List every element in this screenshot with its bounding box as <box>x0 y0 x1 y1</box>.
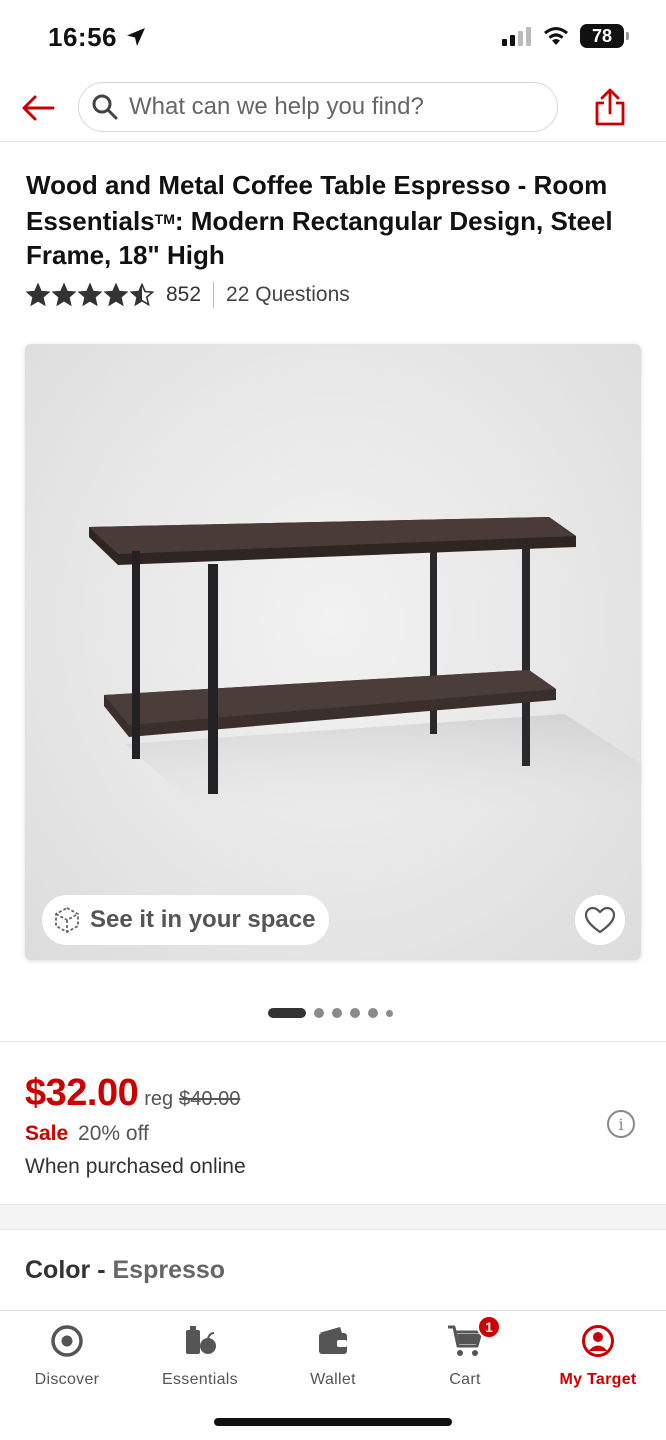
product-image <box>89 517 641 814</box>
color-label: Color <box>25 1256 91 1284</box>
product-image-carousel[interactable]: See it in your space <box>25 344 641 960</box>
target-icon <box>49 1323 85 1359</box>
cellular-signal-icon <box>502 27 531 46</box>
carousel-dot[interactable] <box>332 1008 342 1018</box>
search-bar[interactable] <box>78 82 558 132</box>
rating-stars <box>26 283 154 307</box>
product-title: Wood and Metal Coffee Table Espresso - R… <box>26 170 613 270</box>
info-icon: i <box>618 1114 624 1134</box>
sale-label: Sale <box>25 1122 69 1145</box>
header <box>0 76 666 142</box>
wifi-icon <box>544 27 568 45</box>
color-variant-row[interactable]: Color - Espresso <box>25 1256 225 1285</box>
price-info-button[interactable]: i <box>607 1110 635 1138</box>
heart-icon <box>584 906 616 934</box>
tab-discover[interactable]: Discover <box>7 1323 127 1389</box>
tab-wallet[interactable]: Wallet <box>273 1323 393 1389</box>
carousel-dot[interactable] <box>368 1008 378 1018</box>
regular-price: $40.00 <box>179 1088 241 1110</box>
carousel-dot[interactable] <box>350 1008 360 1018</box>
status-time: 16:56 <box>48 22 117 52</box>
divider <box>0 1041 666 1042</box>
account-icon <box>580 1323 616 1359</box>
rating-row[interactable]: 852 22 Questions <box>26 281 350 309</box>
tab-cart[interactable]: 1 Cart <box>405 1315 525 1389</box>
carousel-dot[interactable] <box>314 1008 324 1018</box>
see-in-your-space-button[interactable]: See it in your space <box>42 895 330 945</box>
carousel-dot[interactable] <box>268 1008 306 1018</box>
star-icon <box>130 283 154 307</box>
search-icon <box>92 94 118 120</box>
price-row: $32.00 reg $40.00 <box>25 1072 240 1115</box>
reg-label: reg <box>144 1088 174 1110</box>
tab-essentials[interactable]: Essentials <box>140 1323 260 1389</box>
status-bar: 16:56 78 <box>0 0 666 76</box>
purchase-note: When purchased online <box>25 1155 246 1178</box>
trademark-symbol: TM <box>154 211 175 227</box>
home-indicator <box>214 1418 452 1426</box>
star-icon <box>78 283 102 307</box>
back-arrow-icon <box>22 95 55 121</box>
color-value: Espresso <box>112 1256 226 1284</box>
star-icon <box>52 283 76 307</box>
location-arrow-icon <box>127 28 145 46</box>
ar-cube-icon <box>55 906 79 934</box>
see-in-your-space-label: See it in your space <box>90 906 316 933</box>
star-icon <box>104 283 128 307</box>
share-icon <box>595 88 625 126</box>
share-button[interactable] <box>588 84 632 130</box>
current-price: $32.00 <box>25 1072 139 1114</box>
carousel-indicator <box>268 1008 393 1018</box>
questions-link[interactable]: 22 Questions <box>226 283 350 307</box>
section-separator <box>0 1204 666 1230</box>
carousel-dot[interactable] <box>386 1009 393 1017</box>
cart-icon: 1 <box>447 1315 501 1359</box>
search-input[interactable] <box>129 93 529 121</box>
battery-indicator: 78 <box>580 24 629 48</box>
grocery-icon <box>182 1323 218 1359</box>
tab-my-target[interactable]: My Target <box>538 1323 658 1389</box>
star-icon <box>26 283 50 307</box>
sale-row: Sale 20% off <box>25 1122 149 1146</box>
back-button[interactable] <box>18 88 58 128</box>
cart-badge: 1 <box>477 1315 501 1339</box>
rating-divider <box>213 282 215 308</box>
rating-count[interactable]: 852 <box>166 283 201 307</box>
sale-discount: 20% off <box>78 1122 149 1145</box>
favorite-button[interactable] <box>575 895 625 945</box>
wallet-icon <box>315 1323 351 1359</box>
